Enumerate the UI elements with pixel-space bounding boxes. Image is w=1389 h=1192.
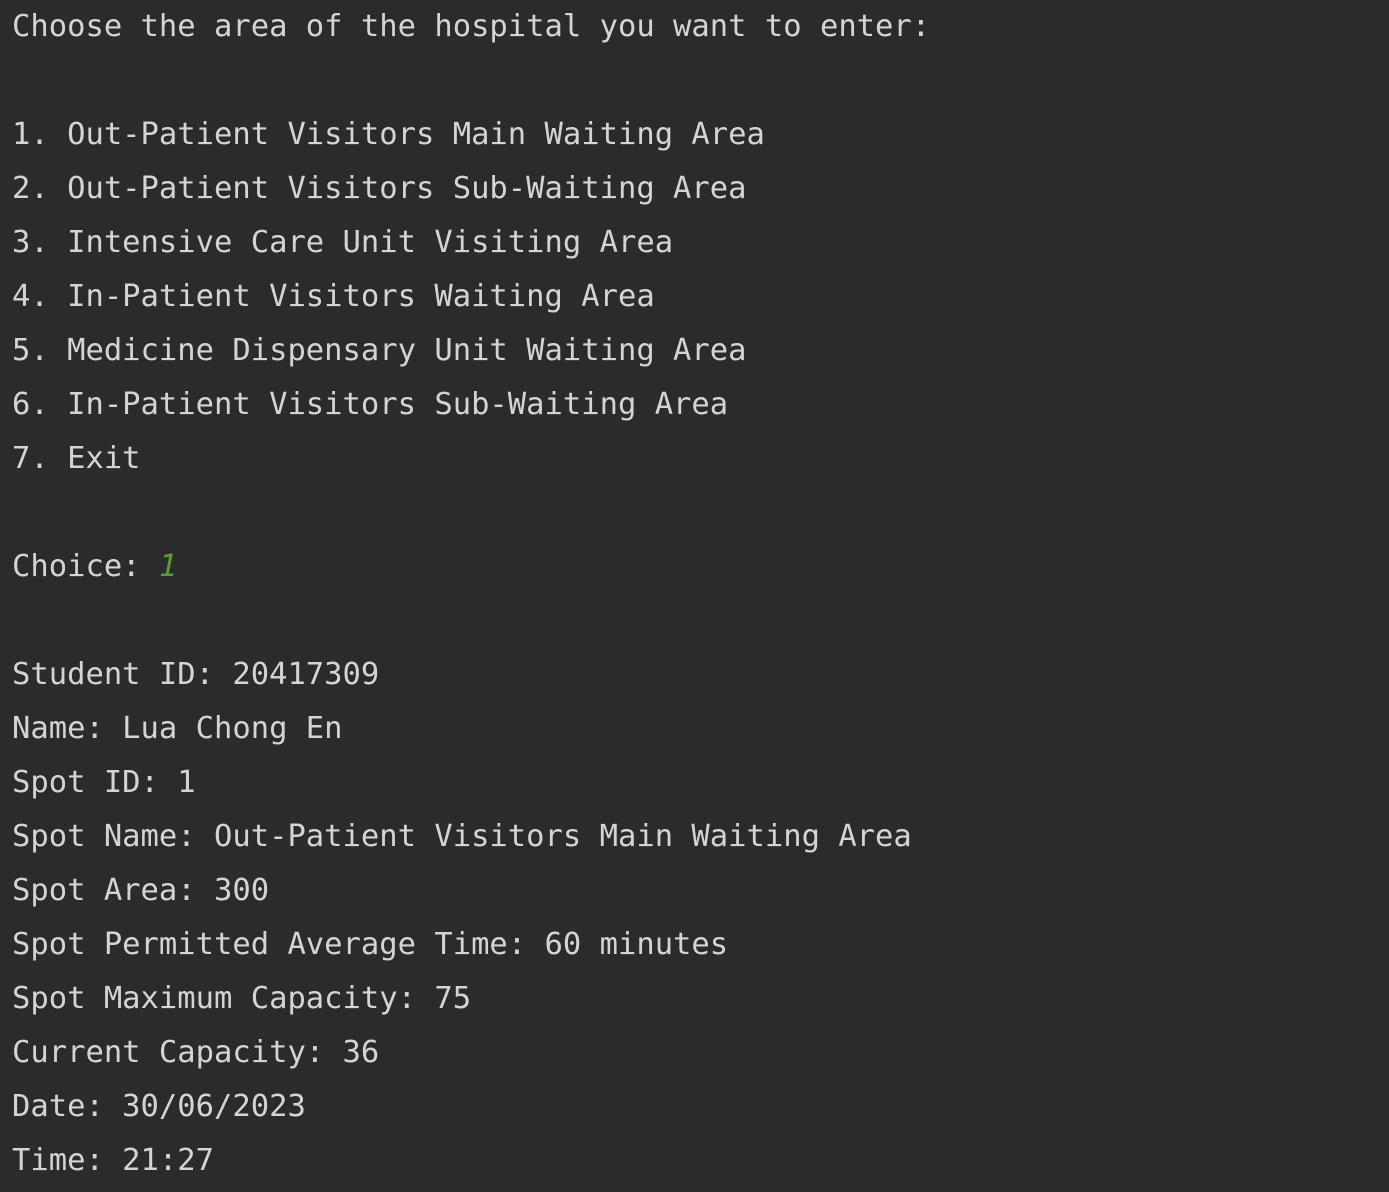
detail-line: Date: 30/06/2023 — [12, 1089, 306, 1124]
console-output: Choose the area of the hospital you want… — [12, 0, 1389, 1192]
detail-line: Spot Name: Out-Patient Visitors Main Wai… — [12, 819, 912, 854]
menu-option: 1. Out-Patient Visitors Main Waiting Are… — [12, 117, 765, 152]
detail-line: Time: 21:27 — [12, 1143, 214, 1178]
menu-option: 4. In-Patient Visitors Waiting Area — [12, 279, 655, 314]
menu-list: 1. Out-Patient Visitors Main Waiting Are… — [12, 108, 1389, 486]
detail-line: Current Capacity: 36 — [12, 1035, 380, 1070]
choice-line[interactable]: Choice: 1 — [12, 540, 1389, 594]
choice-input-value[interactable]: 1 — [159, 549, 177, 584]
menu-option: 2. Out-Patient Visitors Sub-Waiting Area — [12, 171, 747, 206]
detail-line: Spot Maximum Capacity: 75 — [12, 981, 472, 1016]
detail-line: Spot Area: 300 — [12, 873, 270, 908]
spot-details: Student ID: 20417309 Name: Lua Chong En … — [12, 648, 1389, 1188]
menu-option: 7. Exit — [12, 441, 141, 476]
detail-line: Spot Permitted Average Time: 60 minutes — [12, 927, 729, 962]
detail-line: Name: Lua Chong En — [12, 711, 343, 746]
detail-line: Student ID: 20417309 — [12, 657, 380, 692]
menu-prompt: Choose the area of the hospital you want… — [12, 9, 931, 44]
choice-label: Choice: — [12, 549, 159, 584]
menu-option: 3. Intensive Care Unit Visiting Area — [12, 225, 674, 260]
detail-line: Spot ID: 1 — [12, 765, 196, 800]
menu-option: 6. In-Patient Visitors Sub-Waiting Area — [12, 387, 729, 422]
menu-option: 5. Medicine Dispensary Unit Waiting Area — [12, 333, 747, 368]
